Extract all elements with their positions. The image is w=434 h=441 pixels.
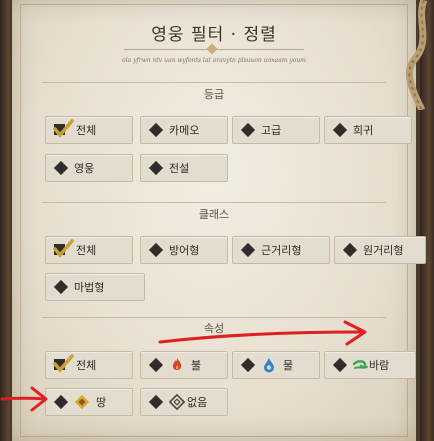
element-option-water-label: 물 [283, 359, 294, 372]
element-option-water[interactable]: 물 [232, 351, 320, 379]
black-diamond-icon [148, 394, 164, 410]
element-option-wind-label: 바람 [369, 359, 390, 372]
section-title-element: 속성 [203, 322, 225, 335]
wind-swirl-icon [353, 357, 369, 373]
black-diamond-icon [240, 122, 256, 138]
class-option-melee[interactable]: 근거리형 [232, 236, 330, 264]
class-option-all[interactable]: 전체 [45, 236, 133, 264]
droplet-icon [261, 357, 277, 373]
grade-option-all-label: 전체 [76, 124, 97, 137]
black-diamond-icon [240, 357, 256, 373]
black-diamond-icon [332, 357, 348, 373]
element-option-earth-label: 땅 [96, 396, 107, 409]
grade-option-rare-label: 희귀 [353, 124, 374, 137]
grade-option-rare[interactable]: 희귀 [324, 116, 412, 144]
black-diamond-icon [332, 122, 348, 138]
black-diamond-icon [240, 242, 256, 258]
black-diamond-icon [53, 160, 69, 176]
section-title-grade: 등급 [203, 88, 225, 101]
black-diamond-icon [148, 122, 164, 138]
filter-panel: 영웅 필터 · 정렬 ola yfrwn ntv uan wyfonts lat… [12, 0, 426, 441]
element-option-fire[interactable]: 불 [140, 351, 228, 379]
element-option-wind[interactable]: 바람 [324, 351, 416, 379]
grade-option-advanced[interactable]: 고급 [232, 116, 320, 144]
void-diamond-icon [169, 394, 185, 410]
grade-option-legend-label: 전설 [169, 162, 190, 175]
grade-divider [42, 82, 386, 83]
rope-decoration [406, 0, 428, 110]
grade-option-legend[interactable]: 전설 [140, 154, 228, 182]
class-option-tank[interactable]: 방어형 [140, 236, 228, 264]
class-option-tank-label: 방어형 [169, 244, 200, 257]
black-diamond-icon [53, 279, 69, 295]
title-divider [124, 43, 304, 55]
class-divider [42, 202, 386, 203]
grade-option-all[interactable]: 전체 [45, 116, 133, 144]
gold-check-icon [53, 354, 74, 373]
element-option-none-label: 없음 [187, 396, 208, 409]
element-option-none[interactable]: 없음 [140, 388, 228, 416]
grade-option-cameo-label: 카메오 [169, 124, 200, 137]
grade-option-hero[interactable]: 영웅 [45, 154, 133, 182]
black-diamond-icon [342, 242, 358, 258]
earth-rune-icon [74, 394, 90, 410]
gold-check-icon [53, 119, 74, 138]
class-option-ranged[interactable]: 원거리형 [334, 236, 426, 264]
grade-option-advanced-label: 고급 [261, 124, 282, 137]
element-option-fire-label: 불 [191, 359, 202, 372]
black-diamond-icon [148, 357, 164, 373]
element-option-earth[interactable]: 땅 [45, 388, 133, 416]
flavor-text: ola yfrwn ntv uan wyfonts lat oravytn pl… [122, 57, 306, 64]
section-title-class: 클래스 [198, 208, 230, 221]
flame-icon [169, 357, 185, 373]
black-diamond-icon [148, 242, 164, 258]
panel-title: 영웅 필터 · 정렬 [151, 25, 277, 45]
class-option-all-label: 전체 [76, 244, 97, 257]
element-divider [42, 317, 386, 318]
class-option-ranged-label: 원거리형 [363, 244, 404, 257]
element-option-all[interactable]: 전체 [45, 351, 133, 379]
class-option-magic[interactable]: 마법형 [45, 273, 145, 301]
class-option-magic-label: 마법형 [74, 281, 105, 294]
grade-option-hero-label: 영웅 [74, 162, 95, 175]
element-option-all-label: 전체 [76, 359, 97, 372]
black-diamond-icon [53, 394, 69, 410]
gold-check-icon [53, 239, 74, 258]
grade-option-cameo[interactable]: 카메오 [140, 116, 228, 144]
black-diamond-icon [148, 160, 164, 176]
class-option-melee-label: 근거리형 [261, 244, 302, 257]
